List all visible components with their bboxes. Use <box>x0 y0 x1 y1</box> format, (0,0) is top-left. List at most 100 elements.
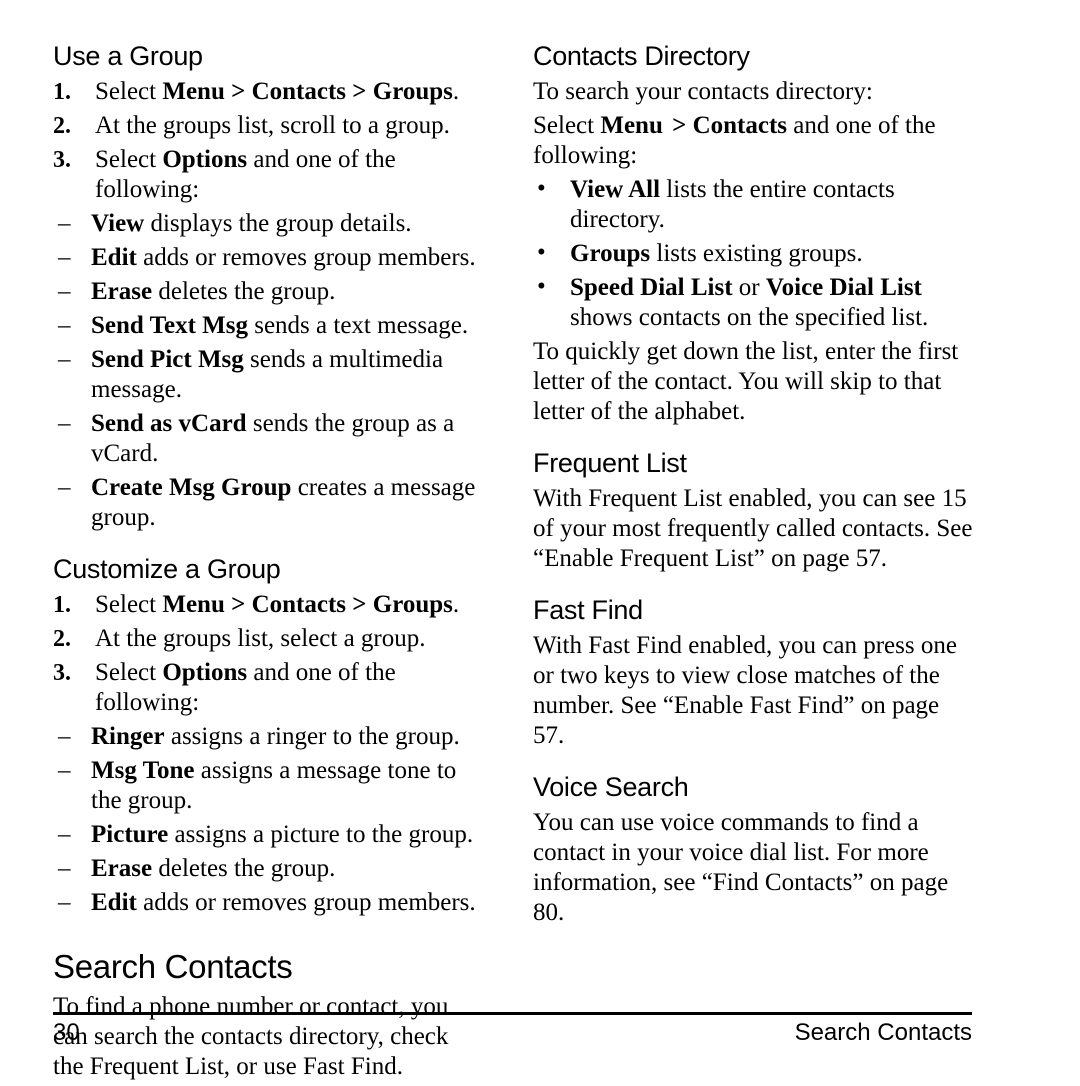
option-label: Send as vCard <box>91 410 247 437</box>
use-a-group-steps: 1. Select Menu > Contacts > Groups. 2. A… <box>53 77 485 209</box>
option-item: – Edit adds or removes group members. <box>58 243 485 277</box>
right-column: Contacts Directory To search your contac… <box>533 40 973 932</box>
dash-marker: – <box>58 278 71 305</box>
bullet-marker: • <box>537 273 546 300</box>
bullet-conjunction: or <box>732 274 766 301</box>
step-item: 3. Select Options and one of the followi… <box>53 658 485 722</box>
step-number: 2. <box>53 113 71 139</box>
step-text-pre: At the groups list, select a group. <box>95 625 426 652</box>
step-text-bold: Menu > Contacts > Groups <box>162 591 453 618</box>
step-text-bold: Options <box>162 659 248 686</box>
left-column: Use a Group 1. Select Menu > Contacts > … <box>53 40 485 1086</box>
step-number: 1. <box>53 79 71 105</box>
bullet-label: Groups <box>570 240 651 267</box>
page-footer: 30 Search Contacts <box>53 1012 972 1062</box>
dash-marker: – <box>58 244 71 271</box>
step-number: 2. <box>53 626 71 652</box>
heading-customize-a-group: Customize a Group <box>53 554 281 584</box>
fast-find-paragraph: With Fast Find enabled, you can press on… <box>533 632 957 749</box>
option-item: – Erase deletes the group. <box>58 277 485 311</box>
dash-marker: – <box>58 210 71 237</box>
contacts-directory-bullets: • View All lists the entire contacts dir… <box>533 175 973 337</box>
step-number: 1. <box>53 592 71 618</box>
step-item: 2. At the groups list, select a group. <box>53 624 485 658</box>
bullet-desc: shows contacts on the specified list. <box>570 304 929 331</box>
bullet-label: View All <box>570 176 661 203</box>
voice-search-paragraph: You can use voice commands to find a con… <box>533 809 949 926</box>
option-desc: adds or removes group members. <box>136 889 476 916</box>
dash-marker: – <box>58 855 71 882</box>
step-text-pre: Select <box>95 659 163 686</box>
option-item: – View displays the group details. <box>58 209 485 243</box>
dash-marker: – <box>58 757 71 784</box>
option-desc: displays the group details. <box>144 210 412 237</box>
manual-page: Use a Group 1. Select Menu > Contacts > … <box>0 0 1080 1080</box>
dash-marker: – <box>58 821 71 848</box>
option-item: – Create Msg Group creates a message gro… <box>58 473 485 537</box>
heading-voice-search: Voice Search <box>533 772 689 802</box>
option-item: – Picture assigns a picture to the group… <box>58 820 485 854</box>
dash-marker: – <box>58 723 71 750</box>
option-label: Msg Tone <box>91 757 195 784</box>
step-text-post: . <box>452 591 460 618</box>
heading-fast-find: Fast Find <box>533 595 643 625</box>
option-desc: assigns a ringer to the group. <box>164 723 460 750</box>
select-gap <box>663 112 672 139</box>
option-label: Ringer <box>91 723 165 750</box>
step-text-post: . <box>452 78 460 105</box>
option-label: Edit <box>91 244 137 271</box>
bullet-label-b: Voice Dial List <box>765 274 922 301</box>
step-text-bold: Menu > Contacts > Groups <box>162 78 453 105</box>
step-text-pre: Select <box>95 146 163 173</box>
option-desc: adds or removes group members. <box>136 244 476 271</box>
contacts-directory-closing: To quickly get down the list, enter the … <box>533 338 959 425</box>
heading-use-a-group: Use a Group <box>53 41 203 71</box>
footer-section-title: Search Contacts <box>794 1019 972 1046</box>
page-number: 30 <box>53 1019 80 1046</box>
option-label: Picture <box>91 821 169 848</box>
option-item: – Msg Tone assigns a message tone to the… <box>58 756 485 820</box>
option-desc: deletes the group. <box>152 855 336 882</box>
step-text-pre: At the groups list, scroll to a group. <box>95 112 450 139</box>
bullet-item: • Speed Dial List or Voice Dial List sho… <box>537 273 973 337</box>
option-label: Edit <box>91 889 137 916</box>
step-text-pre: Select <box>95 591 163 618</box>
dash-marker: – <box>58 346 71 373</box>
frequent-list-paragraph: With Frequent List enabled, you can see … <box>533 485 973 572</box>
contacts-directory-select-line: Select Menu > Contacts and one of the fo… <box>533 111 973 175</box>
option-label: Erase <box>91 278 153 305</box>
step-item: 1. Select Menu > Contacts > Groups. <box>53 590 485 624</box>
option-label: Send Text Msg <box>91 312 248 339</box>
option-label: Send Pict Msg <box>91 346 244 373</box>
option-item: – Send as vCard sends the group as a vCa… <box>58 409 485 473</box>
option-item: – Edit adds or removes group members. <box>58 888 485 922</box>
bullet-label-a: Speed Dial List <box>570 274 733 301</box>
dash-marker: – <box>58 410 71 437</box>
contacts-directory-intro: To search your contacts directory: <box>533 78 873 105</box>
option-label: Erase <box>91 855 153 882</box>
customize-a-group-options: – Ringer assigns a ringer to the group. … <box>53 722 485 922</box>
bullet-item: • View All lists the entire contacts dir… <box>537 175 973 239</box>
step-number: 3. <box>53 147 71 173</box>
option-label: View <box>91 210 145 237</box>
option-desc: deletes the group. <box>152 278 336 305</box>
bullet-desc: lists existing groups. <box>650 240 863 267</box>
heading-frequent-list: Frequent List <box>533 448 687 478</box>
option-desc: sends a text message. <box>247 312 469 339</box>
option-item: – Send Pict Msg sends a multimedia messa… <box>58 345 485 409</box>
footer-row: 30 Search Contacts <box>53 1015 972 1047</box>
option-item: – Ringer assigns a ringer to the group. <box>58 722 485 756</box>
customize-a-group-steps: 1. Select Menu > Contacts > Groups. 2. A… <box>53 590 485 722</box>
step-text-bold: Options <box>162 146 248 173</box>
use-a-group-options: – View displays the group details. – Edi… <box>53 209 485 537</box>
option-desc: assigns a picture to the group. <box>168 821 474 848</box>
step-text-pre: Select <box>95 78 163 105</box>
select-pre: Select <box>533 112 601 139</box>
bullet-item: • Groups lists existing groups. <box>537 239 973 273</box>
dash-marker: – <box>58 889 71 916</box>
dash-marker: – <box>58 312 71 339</box>
option-item: – Erase deletes the group. <box>58 854 485 888</box>
heading-search-contacts: Search Contacts <box>53 948 293 985</box>
option-label: Create Msg Group <box>91 474 292 501</box>
bullet-marker: • <box>537 175 546 202</box>
